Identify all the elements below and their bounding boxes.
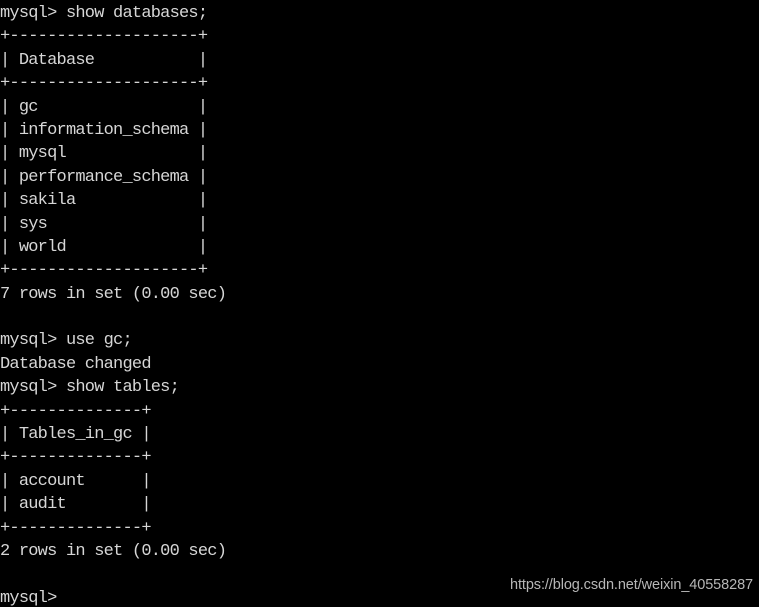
- terminal-line: | performance_schema |: [0, 167, 208, 187]
- watermark-text: https://blog.csdn.net/weixin_40558287: [510, 577, 753, 593]
- terminal-line: | mysql |: [0, 144, 208, 164]
- terminal-output[interactable]: mysql> show databases; +-----------------…: [0, 0, 759, 607]
- terminal-line: | sys |: [0, 214, 208, 234]
- terminal-line: +--------------+: [0, 401, 152, 421]
- terminal-line: 2 rows in set (0.00 sec): [0, 541, 227, 561]
- terminal-line: mysql> show databases;: [0, 4, 208, 23]
- terminal-line: | sakila |: [0, 191, 208, 211]
- terminal-line: +--------------+: [0, 448, 152, 468]
- terminal-line: Database changed: [0, 354, 152, 374]
- terminal-line: +--------------------+: [0, 261, 208, 281]
- terminal-line: +--------------------+: [0, 74, 208, 94]
- terminal-line: | gc |: [0, 97, 208, 117]
- terminal-line: mysql> show tables;: [0, 378, 180, 398]
- terminal-line: | Tables_in_gc |: [0, 425, 152, 445]
- terminal-line: | audit |: [0, 495, 152, 515]
- terminal-line: | information_schema |: [0, 120, 208, 140]
- terminal-line: | Database |: [0, 50, 208, 70]
- terminal-line: | account |: [0, 471, 152, 491]
- terminal-line: mysql> use gc;: [0, 331, 133, 351]
- terminal-line: 7 rows in set (0.00 sec): [0, 284, 227, 304]
- terminal-line: +--------------+: [0, 518, 152, 538]
- terminal-line: +--------------------+: [0, 27, 208, 47]
- terminal-line: | world |: [0, 237, 208, 257]
- terminal-window[interactable]: mysql> show databases; +-----------------…: [0, 0, 759, 607]
